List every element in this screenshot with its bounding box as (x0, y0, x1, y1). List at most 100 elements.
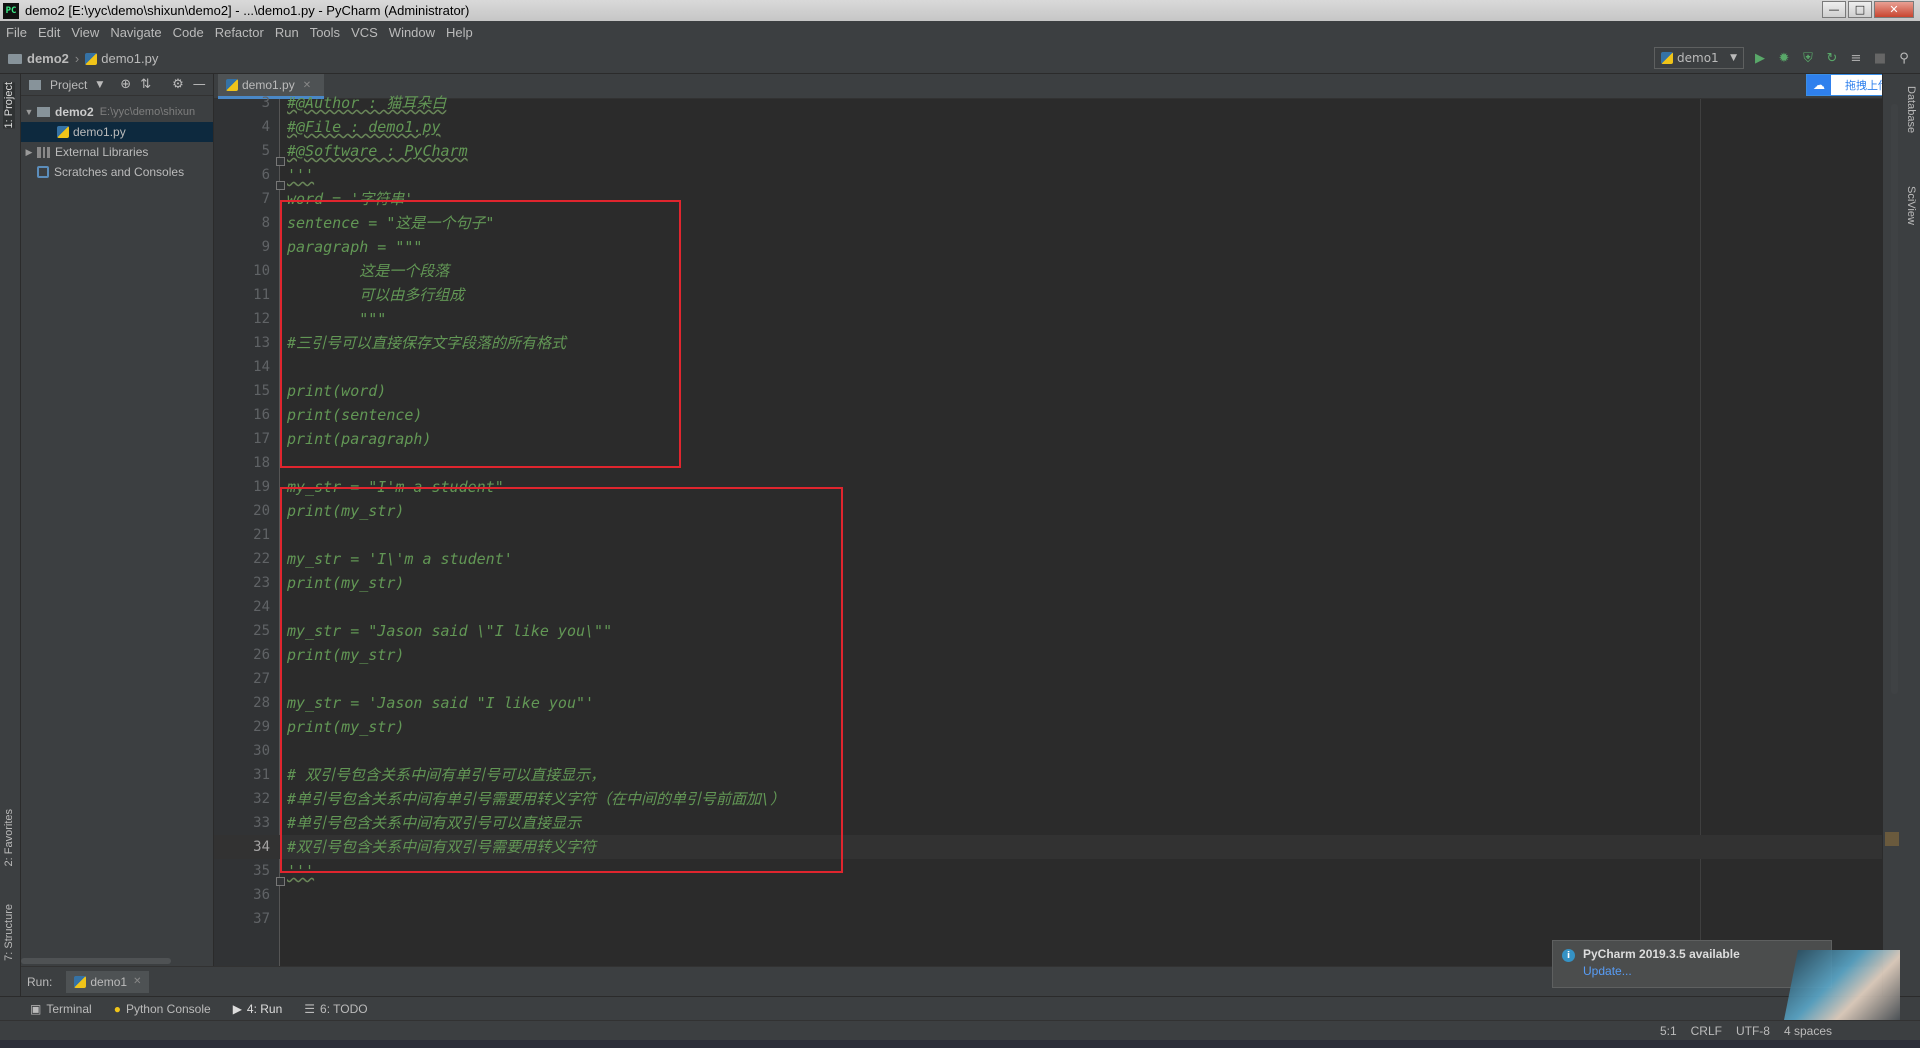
maximize-button[interactable]: □ (1848, 1, 1872, 18)
project-view-select[interactable]: Project (50, 78, 87, 92)
gear-icon[interactable]: ⚙ (172, 77, 184, 92)
status-bar: 5:1 CRLF UTF-8 4 spaces (0, 1020, 1920, 1040)
menu-code[interactable]: Code (173, 25, 204, 40)
code-line[interactable]: 4 #@File : demo1.py (214, 115, 1882, 139)
line-number: 17 (253, 431, 270, 447)
concurrency-icon[interactable]: ≡ (1848, 50, 1864, 66)
fold-marker-icon[interactable] (276, 181, 285, 190)
line-number: 5 (261, 143, 270, 159)
structure-tool-button[interactable]: 7: Structure (3, 904, 15, 961)
chevron-down-icon: ▼ (1730, 53, 1737, 63)
line-number: 8 (261, 215, 270, 231)
line-number: 30 (253, 743, 270, 759)
line-number: 14 (253, 359, 270, 375)
tab-terminal[interactable]: ▣ Terminal (30, 1002, 92, 1016)
python-file-icon (1661, 52, 1673, 64)
menu-file[interactable]: File (6, 25, 27, 40)
python-file-icon (85, 52, 98, 65)
navigation-bar: demo2 › demo1.py demo1 ▼ ▶ ✹ ⛨ ↻ ≡ ■ ⚲ (0, 44, 1920, 74)
tree-item-scratches[interactable]: Scratches and Consoles (21, 162, 213, 182)
tree-item-external-libraries[interactable]: ▶ External Libraries (21, 142, 213, 162)
run-tab-demo1[interactable]: demo1 ✕ (66, 970, 150, 993)
terminal-icon: ▣ (30, 1001, 42, 1016)
folder-icon (29, 79, 41, 90)
update-notification[interactable]: i PyCharm 2019.3.5 available Update... (1552, 940, 1832, 988)
line-number: 21 (253, 527, 270, 543)
tab-python-console[interactable]: ● Python Console (114, 1002, 211, 1016)
update-link[interactable]: Update... (1583, 964, 1821, 978)
line-number: 10 (253, 263, 270, 279)
fold-marker-icon[interactable] (276, 877, 285, 886)
search-icon[interactable]: ⚲ (1896, 50, 1912, 66)
menu-navigate[interactable]: Navigate (110, 25, 161, 40)
line-number: 13 (253, 335, 270, 351)
error-stripe-marker[interactable] (1885, 832, 1899, 846)
database-tool-button[interactable]: Database (1905, 86, 1917, 133)
tab-label: 4: Run (246, 1001, 283, 1016)
code-line-text: #@File : demo1.py (287, 118, 441, 136)
code-line[interactable]: 3 #@Author : 猫耳朵白 (214, 91, 1882, 115)
project-tool-button[interactable]: 1: Project (3, 82, 15, 129)
line-number: 4 (261, 119, 270, 135)
minimize-button[interactable]: — (1822, 1, 1846, 18)
code-editor[interactable]: 3 #@Author : 猫耳朵白 4 #@File : demo1.py 5 #@Sof… (214, 94, 1882, 966)
collapse-all-icon[interactable]: ⇅ (140, 77, 151, 92)
line-number: 6 (261, 167, 270, 183)
code-line[interactable]: 5 #@Software : PyCharm (214, 139, 1882, 163)
window-controls: — □ ✕ (1822, 1, 1914, 18)
close-window-button[interactable]: ✕ (1874, 1, 1914, 18)
project-tree: ▼ demo2 E:\yyc\demo\shixun demo1.py ▶ Ex… (21, 96, 213, 182)
line-number: 26 (253, 647, 270, 663)
window-titlebar: PC demo2 [E:\yyc\demo\shixun\demo2] - ..… (0, 0, 1920, 21)
menu-view[interactable]: View (71, 25, 99, 40)
debug-icon[interactable]: ✹ (1776, 50, 1792, 66)
code-line-text: #@Author : 猫耳朵白 (287, 94, 447, 112)
fold-marker-icon[interactable] (276, 157, 285, 166)
window-title: demo2 [E:\yyc\demo\shixun\demo2] - ...\d… (25, 3, 470, 18)
stop-icon[interactable]: ■ (1872, 50, 1888, 66)
tab-run[interactable]: ▶ 4: Run (233, 1002, 283, 1016)
notification-title: PyCharm 2019.3.5 available (1583, 947, 1740, 961)
favorites-tool-button[interactable]: 2: Favorites (3, 809, 15, 866)
code-line[interactable]: 37 (214, 907, 1882, 931)
hide-panel-icon[interactable]: — (193, 77, 206, 92)
file-encoding[interactable]: UTF-8 (1736, 1024, 1770, 1038)
indent-setting[interactable]: 4 spaces (1784, 1024, 1832, 1038)
line-number: 31 (253, 767, 270, 783)
menu-tools[interactable]: Tools (310, 25, 340, 40)
line-number: 24 (253, 599, 270, 615)
menu-run[interactable]: Run (275, 25, 299, 40)
coverage-icon[interactable]: ⛨ (1800, 50, 1816, 66)
chevron-right-icon[interactable]: ▶ (23, 147, 35, 158)
chevron-down-icon[interactable]: ▼ (23, 107, 35, 117)
menu-edit[interactable]: Edit (38, 25, 60, 40)
project-panel-header: Project ▼ ⊕ ⇅ ⚙ — (21, 74, 213, 96)
project-horizontal-scrollbar[interactable] (21, 958, 171, 964)
editor-vertical-scrollbar[interactable] (1891, 104, 1898, 694)
menu-refactor[interactable]: Refactor (215, 25, 264, 40)
breadcrumb-project[interactable]: demo2 (27, 51, 69, 66)
locate-file-icon[interactable]: ⊕ (120, 77, 131, 92)
menu-window[interactable]: Window (389, 25, 435, 40)
breadcrumb-file[interactable]: demo1.py (101, 51, 158, 66)
menu-help[interactable]: Help (446, 25, 473, 40)
line-separator[interactable]: CRLF (1691, 1024, 1722, 1038)
sciview-tool-button[interactable]: SciView (1905, 186, 1917, 225)
code-line[interactable]: 6 ''' (214, 163, 1882, 187)
close-tab-icon[interactable]: ✕ (133, 976, 141, 987)
run-config-select[interactable]: demo1 ▼ (1654, 47, 1744, 69)
tab-todo[interactable]: ☰ 6: TODO (304, 1002, 367, 1016)
run-icon[interactable]: ▶ (1752, 50, 1768, 66)
line-number: 22 (253, 551, 270, 567)
line-number: 16 (253, 407, 270, 423)
menu-vcs[interactable]: VCS (351, 25, 378, 40)
caret-position[interactable]: 5:1 (1660, 1024, 1677, 1038)
line-number: 27 (253, 671, 270, 687)
line-number: 19 (253, 479, 270, 495)
tree-item-demo1-py[interactable]: demo1.py (21, 122, 213, 142)
profile-icon[interactable]: ↻ (1824, 50, 1840, 66)
tree-item-demo2[interactable]: ▼ demo2 E:\yyc\demo\shixun (21, 102, 213, 122)
library-icon (37, 146, 50, 158)
code-line[interactable]: 36 (214, 883, 1882, 907)
close-tab-icon[interactable]: ✕ (303, 80, 311, 91)
